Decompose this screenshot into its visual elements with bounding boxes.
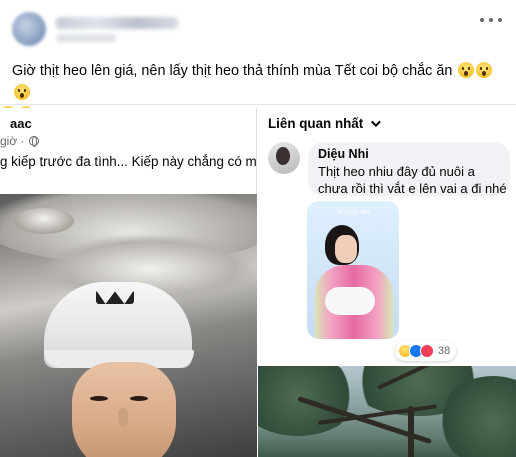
love-icon	[420, 344, 434, 358]
shared-post-time: giờ ·	[0, 134, 25, 148]
chevron-down-icon	[371, 117, 382, 128]
post-caption-text: Giờ thịt heo lên giá, nên lấy thịt heo t…	[12, 63, 453, 79]
post-meta-blurred	[56, 34, 116, 42]
more-horizontal-icon	[480, 18, 484, 22]
comment-reactions[interactable]: 38	[395, 341, 457, 361]
astonished-emoji-icon	[14, 84, 30, 100]
astonished-emoji-icon	[458, 62, 475, 78]
comment-bubble: Diệu Nhi Thịt heo nhiu đây đủ nuôi a chư…	[308, 142, 510, 196]
shared-post-photo[interactable]	[0, 194, 257, 457]
comments-panel: Liên quan nhất Diệu Nhi Thịt heo nhiu đâ…	[258, 108, 516, 457]
tree-photo[interactable]	[258, 366, 516, 457]
comment-sort-label: Liên quan nhất	[268, 116, 364, 131]
comment-text: Thịt heo nhiu đây đủ nuôi a chưa rồi thì…	[318, 164, 507, 196]
reaction-count: 38	[438, 345, 451, 357]
shared-post-author[interactable]: aac	[10, 116, 32, 131]
divider	[0, 104, 516, 105]
shared-post-text: g kiếp trước đa tình... Kiếp này chẳng c…	[0, 154, 257, 169]
shared-post-card[interactable]: aac giờ · g kiếp trước đa tình... Kiếp n…	[0, 108, 257, 457]
globe-icon	[28, 136, 39, 147]
comment-photo-caption: Bị chụp lén	[336, 209, 370, 216]
comment-photo[interactable]: Bị chụp lén	[307, 201, 399, 339]
shared-post-meta: giờ ·	[0, 134, 39, 148]
astonished-emoji-icon	[476, 62, 493, 78]
more-options-button[interactable]	[480, 12, 502, 28]
author-avatar[interactable]	[12, 12, 46, 46]
comment-sort-dropdown[interactable]: Liên quan nhất	[268, 116, 382, 131]
car-ceiling-light	[14, 208, 74, 234]
author-name-blurred[interactable]	[56, 17, 178, 29]
post-header	[0, 0, 516, 52]
commenter-name[interactable]: Diệu Nhi	[318, 147, 369, 161]
commenter-avatar[interactable]	[268, 142, 300, 174]
